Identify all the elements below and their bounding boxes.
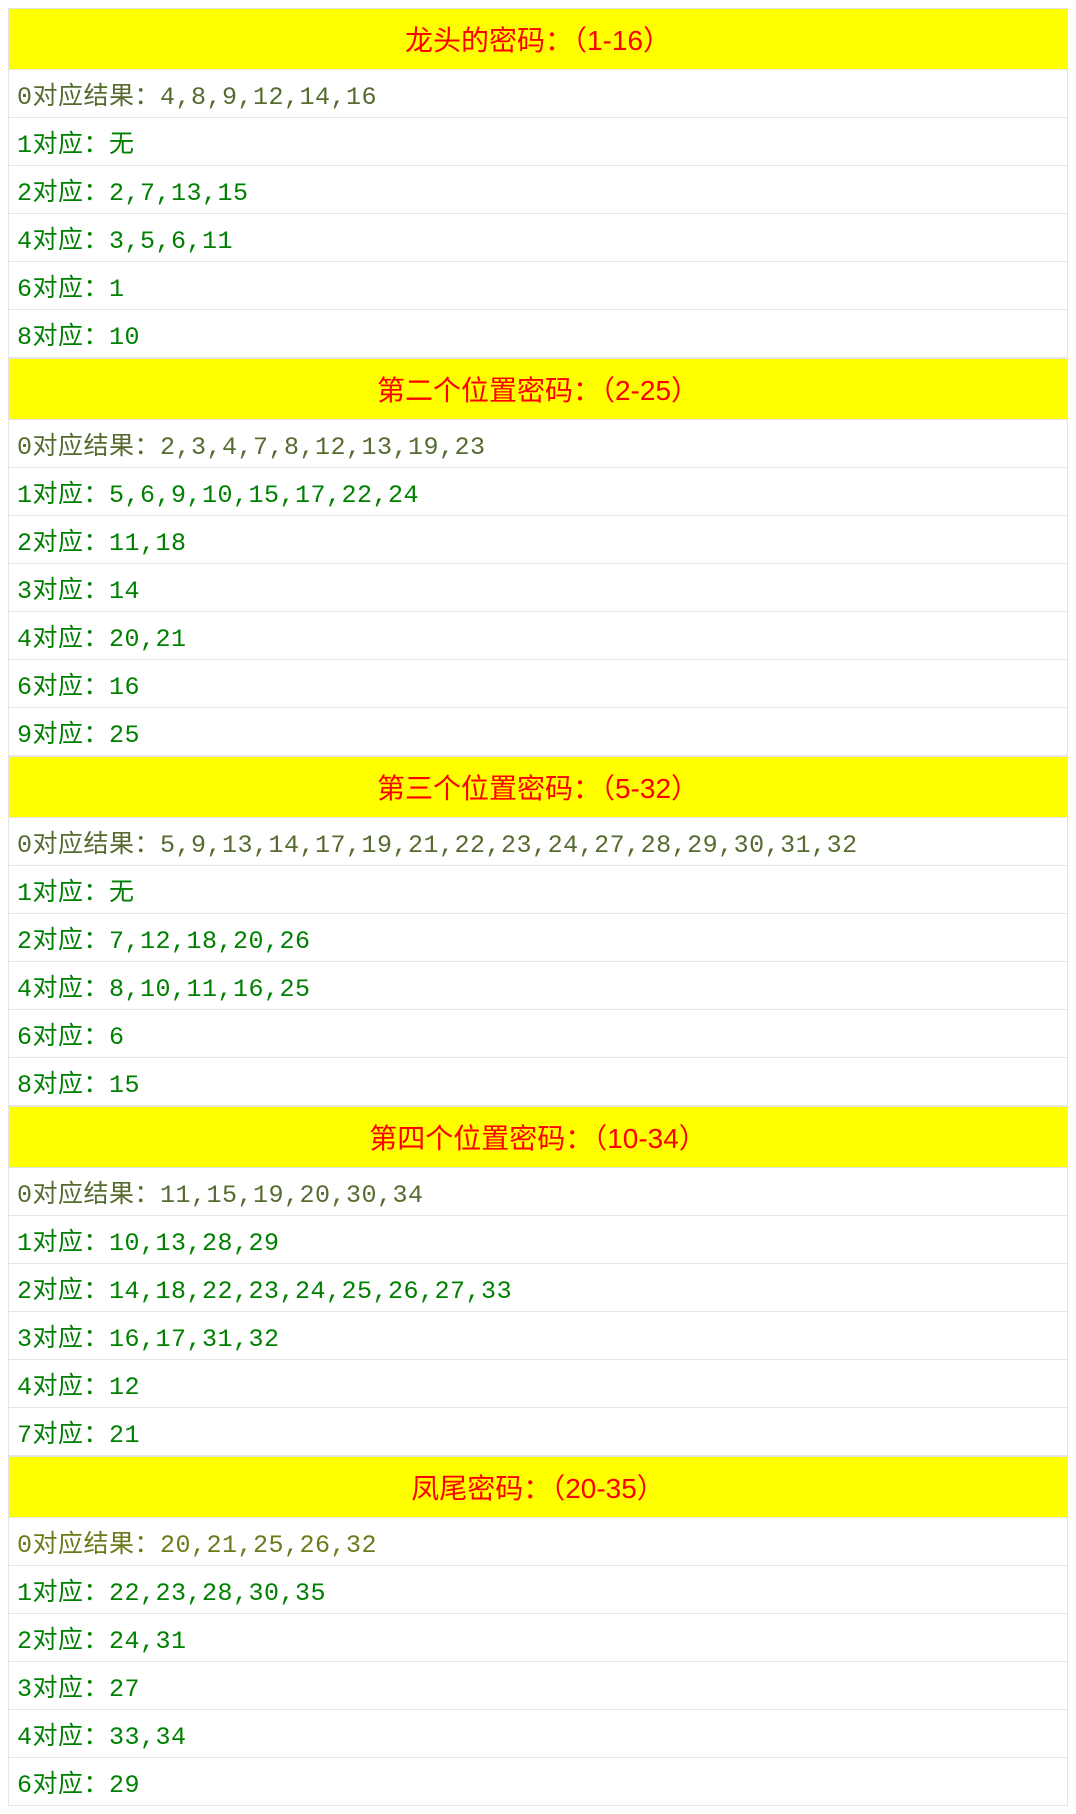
section-header: 第三个位置密码：（5-32）	[8, 756, 1068, 818]
table-row: 3对应：14	[8, 564, 1068, 612]
table-row: 6对应：6	[8, 1010, 1068, 1058]
table-row: 1对应：无	[8, 118, 1068, 166]
table-row: 4对应：8,10,11,16,25	[8, 962, 1068, 1010]
table-row: 8对应：10	[8, 310, 1068, 358]
table-row: 2对应：7,12,18,20,26	[8, 914, 1068, 962]
table-row: 6对应：1	[8, 262, 1068, 310]
table-row: 3对应：16,17,31,32	[8, 1312, 1068, 1360]
table-row: 0对应结果：4,8,9,12,14,16	[8, 70, 1068, 118]
table-row: 8对应：15	[8, 1058, 1068, 1106]
table-row: 1对应：5,6,9,10,15,17,22,24	[8, 468, 1068, 516]
table-row: 7对应：21	[8, 1408, 1068, 1456]
table-row: 4对应：3,5,6,11	[8, 214, 1068, 262]
table-row: 0对应结果：2,3,4,7,8,12,13,19,23	[8, 420, 1068, 468]
section-5: 凤尾密码：（20-35） 0对应结果：20,21,25,26,32 1对应：22…	[8, 1456, 1068, 1806]
table-row: 1对应：22,23,28,30,35	[8, 1566, 1068, 1614]
table-row: 2对应：2,7,13,15	[8, 166, 1068, 214]
table-row: 4对应：20,21	[8, 612, 1068, 660]
section-header: 龙头的密码：（1-16）	[8, 8, 1068, 70]
table-row: 2对应：24,31	[8, 1614, 1068, 1662]
table-row: 1对应：无	[8, 866, 1068, 914]
table-row: 9对应：25	[8, 708, 1068, 756]
section-header: 第二个位置密码：（2-25）	[8, 358, 1068, 420]
table-row: 1对应：10,13,28,29	[8, 1216, 1068, 1264]
table-row: 0对应结果：5,9,13,14,17,19,21,22,23,24,27,28,…	[8, 818, 1068, 866]
table-row: 6对应：29	[8, 1758, 1068, 1806]
section-2: 第二个位置密码：（2-25） 0对应结果：2,3,4,7,8,12,13,19,…	[8, 358, 1068, 756]
table-row: 2对应：11,18	[8, 516, 1068, 564]
section-header: 第四个位置密码：（10-34）	[8, 1106, 1068, 1168]
table-row: 4对应：12	[8, 1360, 1068, 1408]
table-row: 4对应：33,34	[8, 1710, 1068, 1758]
section-3: 第三个位置密码：（5-32） 0对应结果：5,9,13,14,17,19,21,…	[8, 756, 1068, 1106]
section-1: 龙头的密码：（1-16） 0对应结果：4,8,9,12,14,16 1对应：无 …	[8, 8, 1068, 358]
table-row: 2对应：14,18,22,23,24,25,26,27,33	[8, 1264, 1068, 1312]
table-row: 6对应：16	[8, 660, 1068, 708]
table-row: 0对应结果：11,15,19,20,30,34	[8, 1168, 1068, 1216]
section-header: 凤尾密码：（20-35）	[8, 1456, 1068, 1518]
table-row: 3对应：27	[8, 1662, 1068, 1710]
section-4: 第四个位置密码：（10-34） 0对应结果：11,15,19,20,30,34 …	[8, 1106, 1068, 1456]
table-row: 0对应结果：20,21,25,26,32	[8, 1518, 1068, 1566]
